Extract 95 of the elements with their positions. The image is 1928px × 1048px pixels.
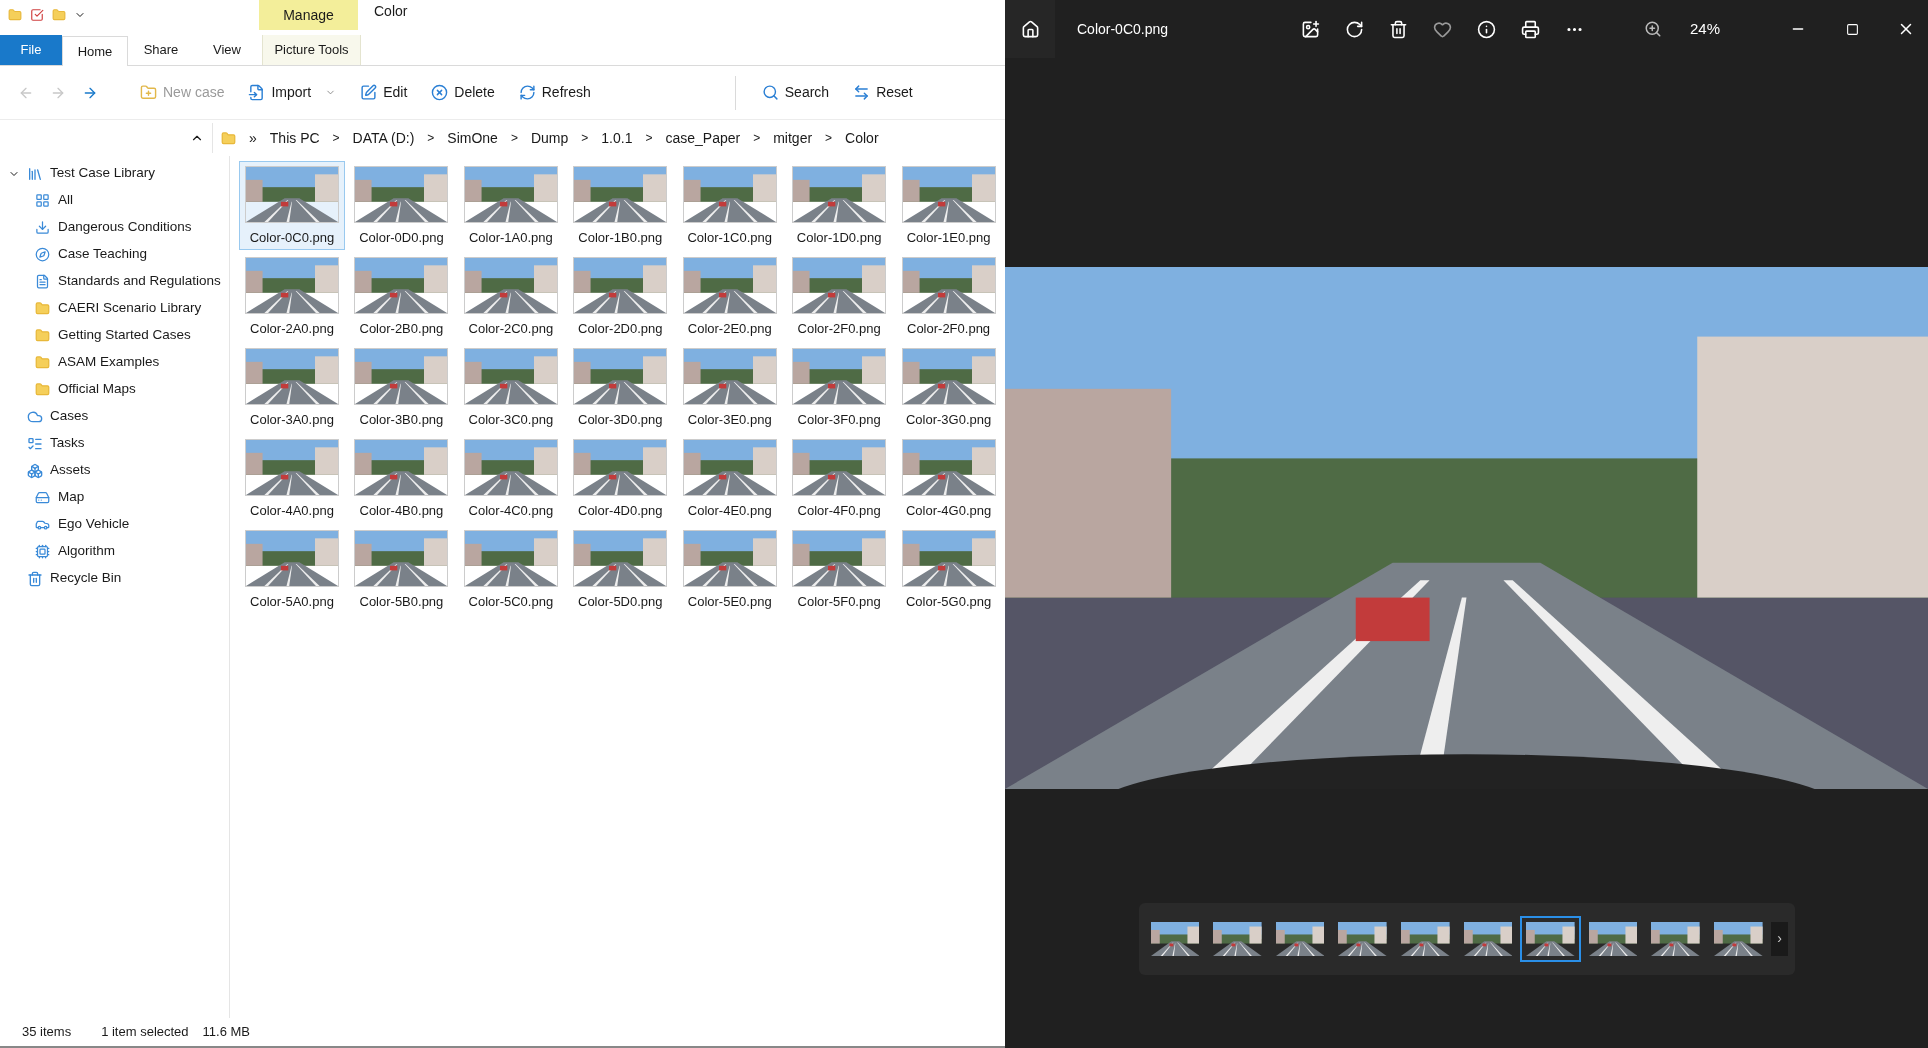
maximize-icon[interactable] bbox=[1846, 22, 1860, 36]
breadcrumb-item[interactable]: SimOne bbox=[447, 127, 498, 149]
folder-icon bbox=[35, 328, 50, 343]
sidebar-item[interactable]: Cases bbox=[0, 403, 229, 430]
sidebar-item[interactable]: Algorithm bbox=[0, 538, 229, 565]
edit-icon bbox=[360, 84, 378, 101]
toolbar-button[interactable]: Refresh bbox=[508, 76, 601, 109]
next-button[interactable]: › bbox=[1770, 921, 1789, 956]
ribbon-tab[interactable]: Share bbox=[128, 35, 194, 65]
toolbar-button[interactable]: Import bbox=[238, 76, 347, 109]
toolbar-button[interactable]: Reset bbox=[843, 76, 923, 109]
sidebar-item[interactable]: ASAM Examples bbox=[0, 349, 229, 376]
breadcrumb-separator[interactable]: > bbox=[510, 129, 518, 147]
delete-icon[interactable] bbox=[1389, 19, 1408, 39]
folder-icon bbox=[35, 301, 50, 316]
sidebar-item[interactable]: Test Case Library bbox=[0, 160, 229, 187]
zoom-level[interactable]: 24% bbox=[1690, 17, 1721, 41]
breadcrumb-item[interactable]: case_Paper bbox=[665, 127, 741, 149]
file-import-icon bbox=[248, 84, 266, 101]
breadcrumb-item[interactable]: Dump bbox=[530, 127, 569, 149]
library-icon bbox=[27, 165, 43, 182]
breadcrumb-item[interactable]: Color bbox=[845, 127, 879, 149]
sidebar-item[interactable]: CAERI Scenario Library bbox=[0, 295, 229, 322]
ribbon-tab[interactable]: File bbox=[0, 35, 62, 65]
sidebar-item[interactable]: All bbox=[0, 187, 229, 214]
thumbnail-image bbox=[1588, 921, 1638, 956]
sidebar-item[interactable]: Recycle Bin bbox=[0, 565, 229, 592]
breadcrumb-item[interactable]: This PC bbox=[269, 127, 320, 149]
breadcrumb-item[interactable]: 1.0.1 bbox=[601, 127, 633, 149]
swap-arrows-icon bbox=[853, 84, 871, 101]
breadcrumb-separator[interactable]: > bbox=[332, 129, 340, 147]
sidebar-item[interactable]: Official Maps bbox=[0, 376, 229, 403]
sidebar-item[interactable]: Tasks bbox=[0, 430, 229, 457]
breadcrumb-separator[interactable]: > bbox=[825, 129, 833, 147]
thumbnail-image bbox=[1714, 921, 1763, 956]
download-icon bbox=[35, 220, 50, 235]
ribbon-tab[interactable]: View bbox=[194, 35, 260, 65]
info-icon[interactable] bbox=[1477, 19, 1496, 39]
context-tab-header: Manage bbox=[259, 0, 358, 30]
refresh-icon bbox=[518, 84, 536, 101]
print-icon[interactable] bbox=[1521, 19, 1540, 39]
rotate-icon[interactable] bbox=[1345, 19, 1364, 39]
trash-icon bbox=[27, 570, 43, 587]
sidebar-item[interactable]: Case Teaching bbox=[0, 241, 229, 268]
grid-icon bbox=[35, 193, 50, 208]
heart-icon[interactable] bbox=[1433, 19, 1452, 39]
compass-icon bbox=[35, 247, 50, 262]
sidebar-item[interactable]: Standards and Regulations bbox=[0, 268, 229, 295]
window-title: Color bbox=[374, 2, 408, 21]
toolbar-button[interactable]: Edit bbox=[350, 76, 418, 109]
sidebar-item[interactable]: Ego Vehicle bbox=[0, 511, 229, 538]
breadcrumb-item[interactable]: DATA (D:) bbox=[352, 127, 415, 149]
image-title: Color-0C0.png bbox=[1077, 19, 1170, 39]
checklist-icon bbox=[27, 435, 43, 452]
ribbon-tab[interactable]: Picture Tools bbox=[262, 35, 361, 65]
thumbnail-image bbox=[1150, 921, 1200, 956]
toolbar-button[interactable]: Search bbox=[751, 76, 840, 109]
thumbnail-image bbox=[1275, 921, 1325, 956]
sidebar-item[interactable]: Map bbox=[0, 484, 229, 511]
breadcrumb-separator[interactable]: > bbox=[427, 129, 435, 147]
drive-icon bbox=[35, 490, 50, 505]
breadcrumb-separator[interactable]: > bbox=[753, 129, 761, 147]
sidebar-item[interactable]: Getting Started Cases bbox=[0, 322, 229, 349]
checkbox-icon[interactable] bbox=[30, 8, 44, 22]
sidebar-item[interactable]: Dangerous Conditions bbox=[0, 214, 229, 241]
thumbnail-image bbox=[1400, 921, 1450, 956]
folder-icon bbox=[35, 355, 50, 370]
document-icon bbox=[35, 274, 50, 289]
thumbnail-image bbox=[1338, 921, 1387, 956]
sidebar-item[interactable]: Assets bbox=[0, 457, 229, 484]
thumbnail-image bbox=[1463, 921, 1513, 956]
status-text: 1 item selected bbox=[101, 1023, 189, 1042]
home-icon[interactable] bbox=[1020, 19, 1040, 39]
folder-icon bbox=[35, 382, 50, 397]
breadcrumb-item[interactable]: mitger bbox=[773, 127, 813, 149]
folder-icon bbox=[221, 130, 236, 146]
filmstrip-thumbnail[interactable] bbox=[1520, 915, 1581, 962]
edit-image-icon[interactable] bbox=[1301, 19, 1320, 39]
thumbnail-image bbox=[1213, 921, 1262, 956]
status-text: 35 items bbox=[22, 1023, 72, 1042]
toolbar-button[interactable]: Delete bbox=[421, 76, 505, 109]
folder-plus-icon bbox=[140, 84, 157, 101]
ribbon-tab[interactable]: Home bbox=[62, 36, 128, 66]
boxes-icon bbox=[27, 462, 43, 479]
file-item[interactable]: Color-0C0.png bbox=[239, 161, 345, 250]
status-text: 11.6 MB bbox=[202, 1023, 251, 1042]
delete-icon bbox=[431, 84, 449, 101]
breadcrumb-separator[interactable]: > bbox=[581, 129, 589, 147]
breadcrumb-separator[interactable]: > bbox=[645, 129, 653, 147]
zoom-in-icon[interactable] bbox=[1644, 20, 1662, 38]
overflow-chevrons[interactable]: » bbox=[249, 127, 257, 149]
chip-icon bbox=[35, 544, 50, 559]
thumbnail-image bbox=[1526, 921, 1575, 956]
search-icon bbox=[761, 84, 779, 101]
thumbnail-image bbox=[1651, 921, 1700, 956]
